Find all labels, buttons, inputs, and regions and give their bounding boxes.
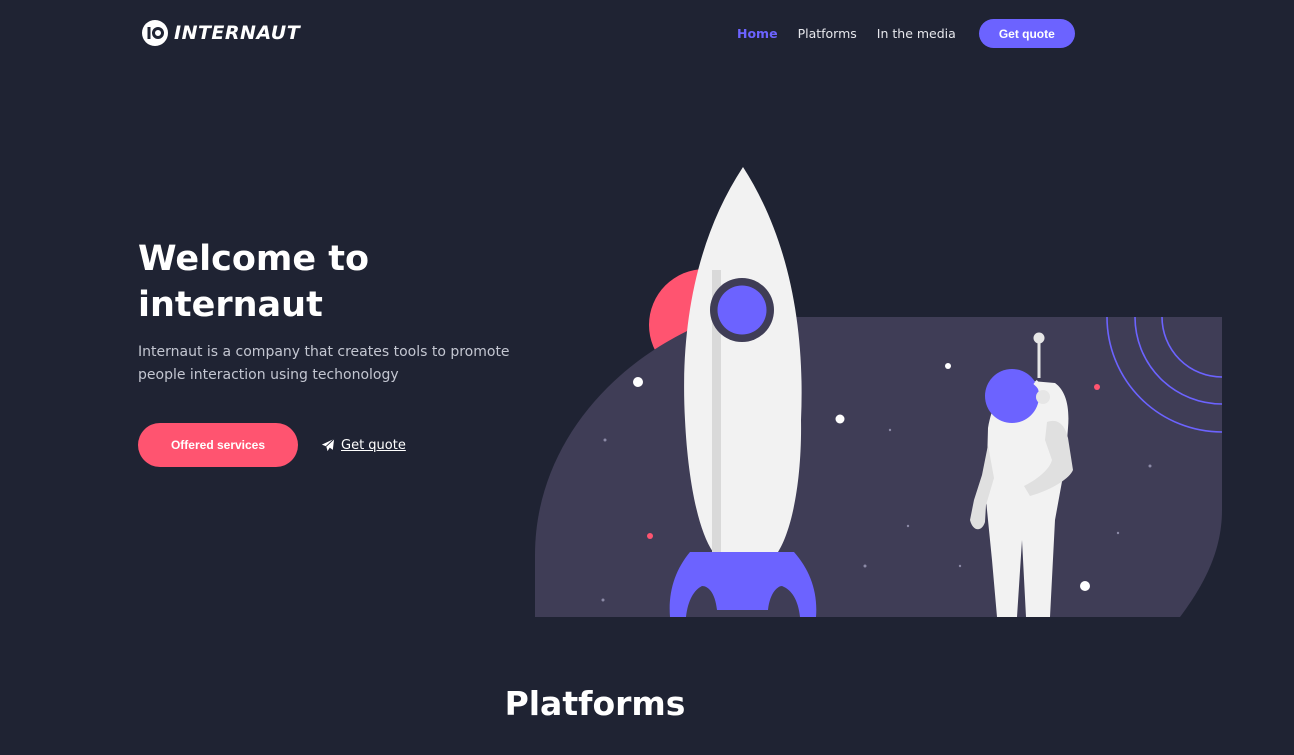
- get-quote-link[interactable]: Get quote: [321, 435, 406, 455]
- brand-wordmark: INTERNAUT: [174, 22, 301, 44]
- nav-link-platforms[interactable]: Platforms: [798, 26, 857, 41]
- section-title-platforms: Platforms: [504, 684, 686, 723]
- nav-links: Home Platforms In the media Get quote: [737, 19, 1075, 48]
- hero-illustration: [535, 167, 1223, 617]
- space-panel: [535, 317, 1222, 617]
- hero-title: Welcome to internaut: [138, 239, 370, 325]
- nav-link-home[interactable]: Home: [737, 26, 778, 41]
- hero-subtitle: Internaut is a company that creates tool…: [138, 344, 510, 383]
- paper-plane-icon: [321, 438, 335, 452]
- nav-link-in-the-media[interactable]: In the media: [877, 26, 956, 41]
- navbar: INTERNAUT Home Platforms In the media Ge…: [0, 0, 1294, 68]
- get-quote-link-label: Get quote: [341, 437, 406, 453]
- offered-services-button[interactable]: Offered services: [138, 423, 298, 467]
- io-logo-icon: [142, 20, 168, 46]
- brand-logo[interactable]: INTERNAUT: [140, 18, 300, 48]
- get-quote-button[interactable]: Get quote: [978, 19, 1075, 48]
